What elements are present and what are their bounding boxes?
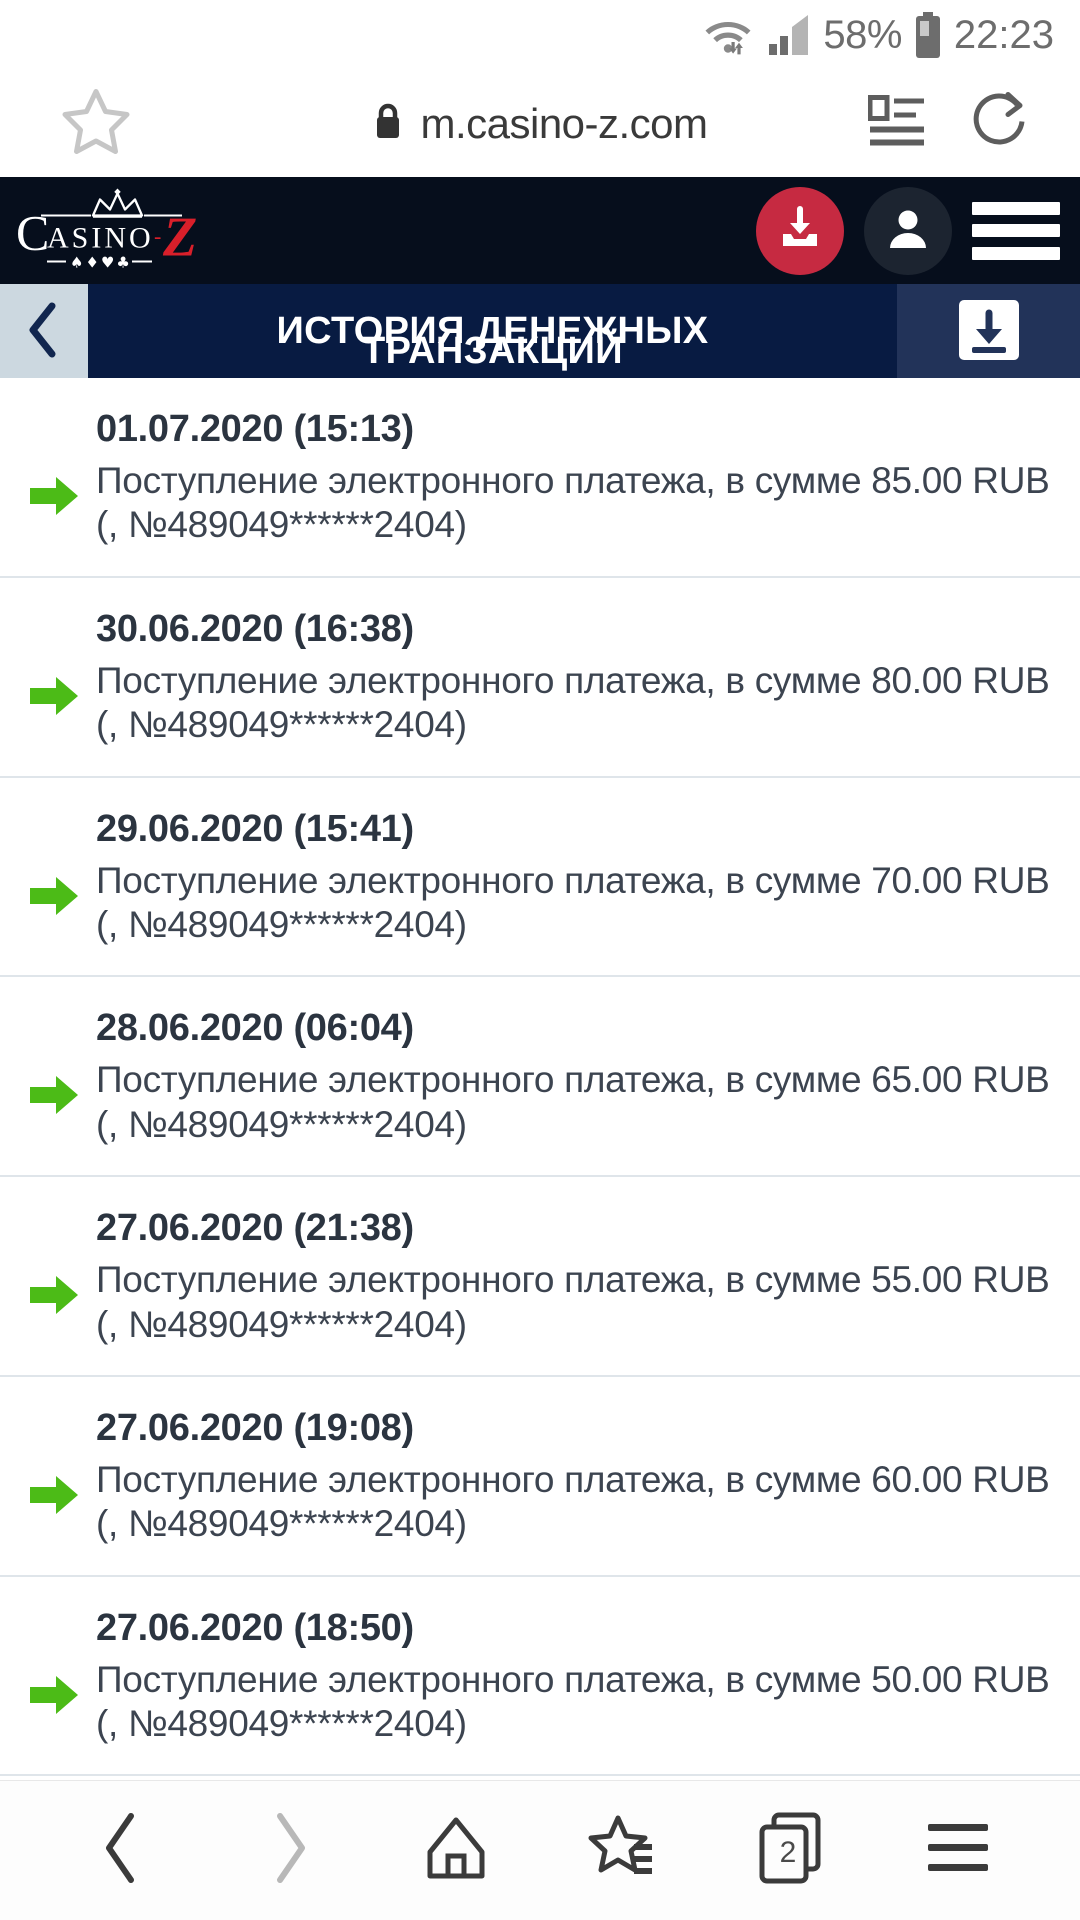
site-header: C ASINO - Z ♠♦♥♣ <box>0 177 1080 284</box>
transaction-list: 01.07.2020 (15:13) Поступление электронно… <box>0 378 1080 1777</box>
transaction-description: Поступление электронного платежа, в сумм… <box>96 1658 1050 1745</box>
browser-back-button[interactable] <box>62 1791 182 1911</box>
chevron-right-icon <box>264 1810 314 1891</box>
browser-bottom-nav: 2 <box>0 1780 1080 1920</box>
browser-menu-button[interactable] <box>898 1791 1018 1911</box>
transaction-date: 27.06.2020 (18:50) <box>96 1606 414 1649</box>
browser-url-bar: m.casino-z.com <box>0 70 1080 177</box>
hamburger-line <box>972 224 1060 237</box>
arrow-right-green-icon <box>28 1273 80 1322</box>
transaction-row[interactable]: 27.06.2020 (18:50) Поступление электронно… <box>0 1577 1080 1777</box>
transaction-date: 27.06.2020 (21:38) <box>96 1207 414 1250</box>
page-back-button[interactable] <box>0 284 88 380</box>
transaction-date: 29.06.2020 (15:41) <box>96 807 414 850</box>
transaction-description: Поступление электронного платежа, в сумм… <box>96 1059 1050 1145</box>
tab-count-label: 2 <box>779 1835 797 1869</box>
deposit-button[interactable] <box>756 186 844 275</box>
arrow-right-green-icon <box>28 1673 80 1722</box>
transaction-row[interactable]: 28.06.2020 (06:04) Поступление электронно… <box>0 977 1080 1178</box>
browser-forward-button[interactable] <box>229 1791 349 1911</box>
svg-text:ASINO: ASINO <box>47 221 154 254</box>
transaction-date: 30.06.2020 (16:38) <box>96 607 414 650</box>
transaction-row[interactable]: 27.06.2020 (21:38) Поступление электронно… <box>0 1177 1080 1377</box>
arrow-right-green-icon <box>28 674 80 723</box>
transaction-row[interactable]: 01.07.2020 (15:13) Поступление электронно… <box>0 378 1080 578</box>
crown-icon <box>91 188 144 218</box>
user-icon <box>884 204 932 257</box>
url-text: m.casino-z.com <box>420 99 708 147</box>
battery-icon <box>914 12 942 58</box>
arrow-right-green-icon <box>28 1073 80 1122</box>
transaction-description: Поступление электронного платежа, в сумм… <box>96 1259 1050 1345</box>
transaction-description: Поступление электронного платежа, в сумм… <box>96 1458 1050 1545</box>
svg-text:♠♦♥♣: ♠♦♥♣ <box>70 253 132 271</box>
hamburger-icon <box>923 1819 993 1882</box>
cellular-signal-icon <box>767 14 811 56</box>
svg-text:-: - <box>154 223 161 248</box>
page-title-line-1: ИСТОРИЯ ДЕНЕЖНЫХ <box>276 310 709 353</box>
profile-button[interactable] <box>864 186 952 275</box>
download-box-icon <box>956 297 1022 368</box>
browser-home-button[interactable] <box>396 1791 516 1911</box>
transaction-row[interactable]: 30.06.2020 (16:38) Поступление электронно… <box>0 578 1080 778</box>
refresh-icon[interactable] <box>972 90 1034 157</box>
header-actions <box>756 186 1080 275</box>
svg-text:C: C <box>16 204 49 260</box>
clock-label: 22:23 <box>953 12 1054 57</box>
chevron-left-icon <box>25 302 63 363</box>
svg-text:Z: Z <box>162 206 197 268</box>
page-title-bar: ИСТОРИЯ ДЕНЕЖНЫХ <box>0 284 1080 380</box>
export-history-button[interactable] <box>897 284 1080 380</box>
transaction-date: 01.07.2020 (15:13) <box>96 408 414 450</box>
transaction-list-viewport[interactable]: 01.07.2020 (15:13) Поступление электронно… <box>0 378 1080 1780</box>
phone-screen: 58% 22:23 m.casino-z.com C ASINO - Z ♠♦♥… <box>0 0 1080 1920</box>
transaction-date: 28.06.2020 (06:04) <box>96 1007 414 1050</box>
arrow-right-green-icon <box>28 1473 80 1522</box>
url-bar-actions <box>867 90 1034 157</box>
transaction-description: Поступление электронного платежа, в сумм… <box>96 460 1050 546</box>
transaction-date: 27.06.2020 (19:08) <box>96 1406 414 1449</box>
home-icon <box>420 1812 492 1889</box>
casino-z-logo[interactable]: C ASINO - Z ♠♦♥♣ <box>14 185 224 276</box>
transaction-description: Поступление электронного платежа, в сумм… <box>96 859 1050 945</box>
android-status-bar: 58% 22:23 <box>0 0 1080 70</box>
wifi-icon <box>701 13 755 57</box>
lock-icon <box>372 101 404 146</box>
hamburger-line <box>972 201 1060 215</box>
arrow-right-green-icon <box>28 474 80 523</box>
site-menu-button[interactable] <box>972 201 1060 260</box>
page-title: ИСТОРИЯ ДЕНЕЖНЫХ <box>88 284 897 380</box>
deposit-download-icon <box>776 204 824 257</box>
transaction-row[interactable]: 27.06.2020 (19:08) Поступление электронно… <box>0 1377 1080 1577</box>
browser-bookmarks-button[interactable] <box>564 1791 684 1911</box>
hamburger-line <box>972 246 1060 260</box>
transaction-row[interactable]: 29.06.2020 (15:41) Поступление электронно… <box>0 778 1080 978</box>
reader-mode-icon[interactable] <box>867 93 926 154</box>
battery-percent-label: 58% <box>823 12 902 57</box>
chevron-left-icon <box>97 1810 147 1891</box>
browser-tabs-button[interactable]: 2 <box>731 1791 851 1911</box>
arrow-right-green-icon <box>28 874 80 923</box>
transaction-description: Поступление электронного платежа, в сумм… <box>96 659 1050 746</box>
star-list-icon <box>587 1812 661 1889</box>
